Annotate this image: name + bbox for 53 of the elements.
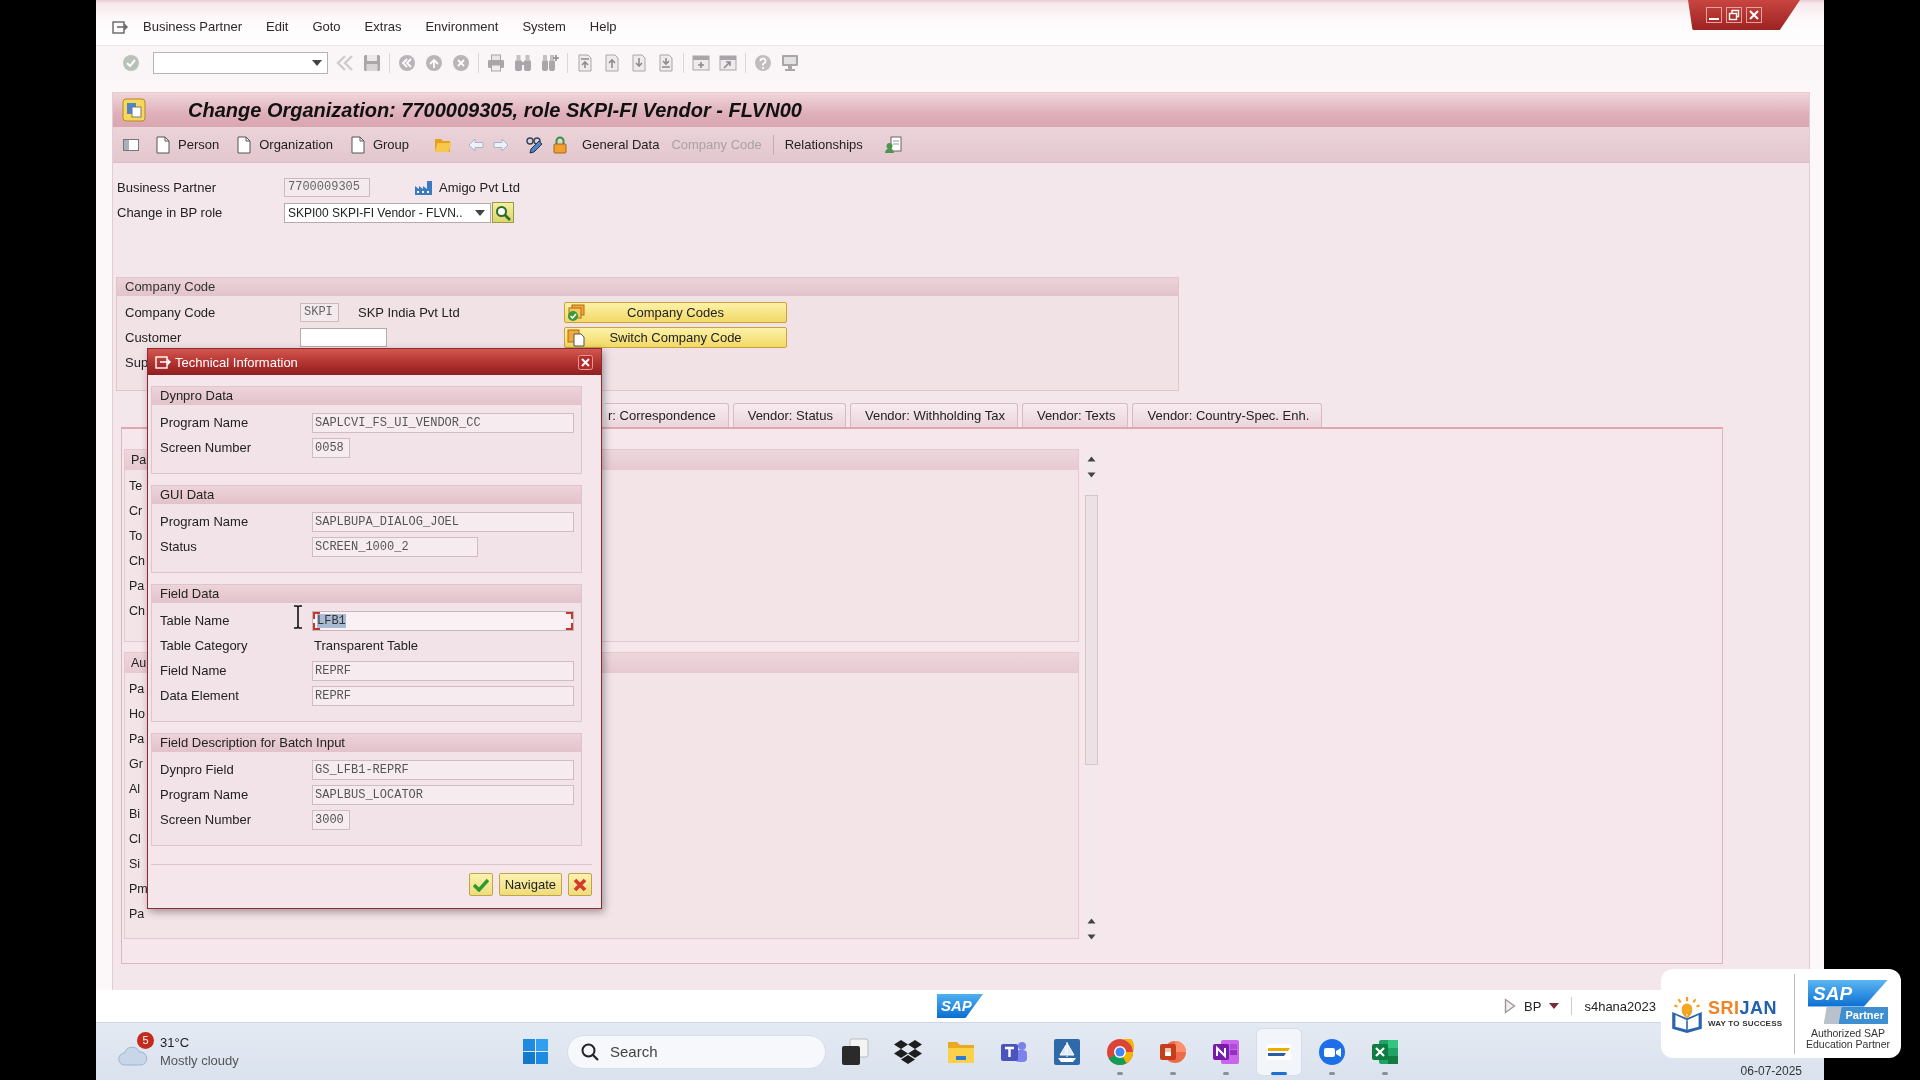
- field-value: Amigo Pvt Ltd: [439, 180, 520, 195]
- field-label: Pa: [129, 578, 145, 593]
- screen-title: Change Organization: 7700009305, role SKPI-FI Vendor - FLVN00: [188, 98, 802, 122]
- section-title: Field Description for Batch Input: [152, 734, 581, 752]
- system-name: s4hana2023: [1584, 998, 1656, 1014]
- field-label: Cr: [129, 503, 143, 518]
- weather-condition: Mostly cloudy: [160, 1053, 239, 1068]
- dialog-title: Technical Information: [175, 354, 298, 370]
- section-title: GUI Data: [152, 486, 581, 504]
- field-label: Gr: [129, 756, 143, 771]
- section-title: Field Data: [152, 585, 581, 603]
- field-value: Transparent Table: [314, 638, 419, 653]
- taskbar-date: 06-07-2025: [1740, 1064, 1802, 1078]
- field-label: Program Name: [160, 415, 249, 430]
- badge-caption: Authorized SAP Education Partner: [1804, 1027, 1892, 1050]
- field-label: Ho: [129, 706, 145, 721]
- brand-name: SRIJAN: [1708, 999, 1778, 1018]
- display-field: SKPI: [300, 303, 339, 322]
- field-label: Data Element: [160, 688, 239, 703]
- field-label: Pa: [129, 906, 145, 921]
- field-label: Sup: [125, 355, 149, 370]
- section-title: Dynpro Data: [152, 387, 581, 405]
- field-label: Cl: [129, 831, 141, 846]
- field-label: Status: [160, 539, 197, 554]
- field-label: Change in BP role: [117, 205, 223, 220]
- field-label: Company Code: [125, 305, 216, 320]
- group-title: Company Code: [117, 278, 1178, 296]
- field-label: Pm: [129, 881, 148, 896]
- field-label: Dynpro Field: [160, 762, 234, 777]
- field-label: Program Name: [160, 514, 249, 529]
- field-label: Ch: [129, 603, 145, 618]
- field-label: Pa: [129, 731, 145, 746]
- sap-logo: SAP: [937, 994, 983, 1018]
- field-label: Si: [129, 856, 141, 871]
- sap-partner-logo: SAP: [1808, 979, 1888, 1007]
- field-label: To: [129, 528, 143, 543]
- field-label: Table Category: [160, 638, 248, 653]
- display-field: 7700009305: [284, 178, 370, 197]
- notification-count: 5: [137, 1031, 154, 1049]
- field-label: Program Name: [160, 787, 249, 802]
- brand-tagline: WAY TO SUCCESS: [1708, 1019, 1783, 1028]
- field-label: Ch: [129, 553, 145, 568]
- transaction-code: BP: [1524, 998, 1542, 1014]
- field-label: Customer: [125, 330, 182, 345]
- field-value: SKP India Pvt Ltd: [358, 305, 460, 320]
- field-label: Business Partner: [117, 180, 216, 195]
- temperature: 31°C: [160, 1035, 191, 1050]
- field-label: Pa: [129, 681, 145, 696]
- field-label: Screen Number: [160, 812, 252, 827]
- field-label: Te: [129, 478, 143, 493]
- field-label: Bi: [129, 806, 141, 821]
- field-label: Al: [129, 781, 141, 796]
- field-label: Table Name: [160, 613, 230, 628]
